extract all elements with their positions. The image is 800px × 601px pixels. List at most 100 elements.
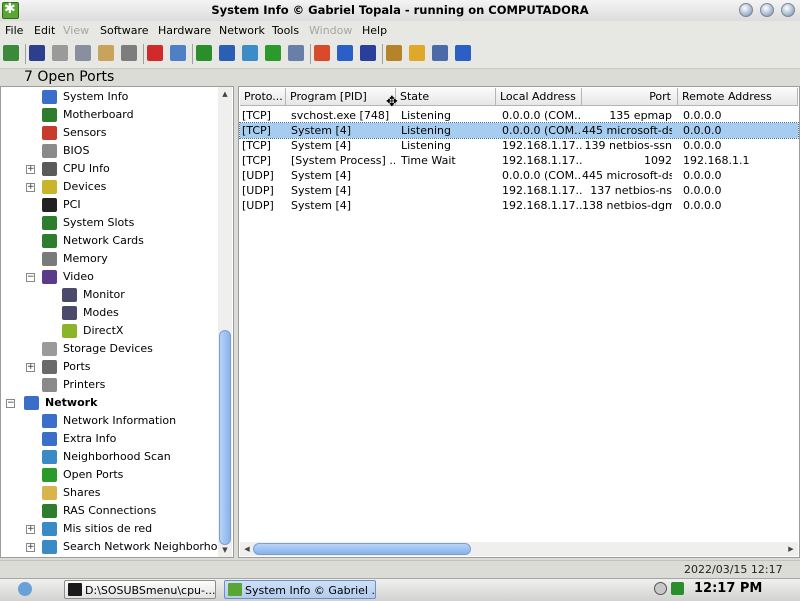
save-icon[interactable] xyxy=(29,45,45,61)
status-bar xyxy=(0,560,800,579)
column-header-3[interactable]: Local Address xyxy=(496,88,582,106)
menu-view[interactable]: View xyxy=(63,21,89,40)
color-icon[interactable] xyxy=(196,45,212,61)
expand-icon[interactable]: + xyxy=(26,543,35,552)
tree-item-memory[interactable]: Memory xyxy=(0,250,216,268)
expand-icon[interactable]: + xyxy=(26,363,35,372)
tree-item-printers[interactable]: Printers xyxy=(0,376,216,394)
taskbar-task-0[interactable]: D:\SOSUBSmenu\cpu-... xyxy=(64,580,216,599)
tree-item-network-cards[interactable]: Network Cards xyxy=(0,232,216,250)
scroll-down-icon[interactable]: ▼ xyxy=(219,544,231,556)
menu-edit[interactable]: Edit xyxy=(34,21,55,40)
scroll-left-icon[interactable]: ◀ xyxy=(241,543,253,555)
table-row[interactable]: [TCP] [System Process] ... Time Wait 192.16… xyxy=(240,153,798,168)
help-icon[interactable] xyxy=(455,45,471,61)
tree-item-storage-devices[interactable]: Storage Devices xyxy=(0,340,216,358)
menu-network[interactable]: Network xyxy=(219,21,265,40)
transfer-icon[interactable] xyxy=(265,45,281,61)
info-icon xyxy=(42,90,57,104)
tree-item-neighborhood-scan[interactable]: Neighborhood Scan xyxy=(0,448,216,466)
table-row[interactable]: [TCP] System [4] Listening 192.168.1.17... 1… xyxy=(240,138,798,153)
tree-item-cpu-info[interactable]: + CPU Info xyxy=(0,160,216,178)
copy-icon[interactable] xyxy=(75,45,91,61)
ras-icon xyxy=(42,504,57,518)
taskbar-task-label: System Info © Gabriel ... xyxy=(245,584,376,597)
tree-item-shares[interactable]: Shares xyxy=(0,484,216,502)
cell-port: 139 netbios-ssn xyxy=(584,139,672,152)
tree-item-open-ports[interactable]: Open Ports xyxy=(0,466,216,484)
system-tray-icon[interactable] xyxy=(654,582,667,595)
tree-item-motherboard[interactable]: Motherboard xyxy=(0,106,216,124)
paste-icon[interactable] xyxy=(98,45,114,61)
collapse-icon[interactable]: − xyxy=(26,273,35,282)
tree-item-label: Modes xyxy=(83,306,119,319)
menu-file[interactable]: File xyxy=(5,21,23,40)
weather-icon[interactable] xyxy=(409,45,425,61)
tree-item-devices[interactable]: + Devices xyxy=(0,178,216,196)
tree-item-pci[interactable]: PCI xyxy=(0,196,216,214)
power-icon[interactable] xyxy=(314,45,330,61)
menu-help[interactable]: Help xyxy=(362,21,387,40)
tree-item-ports[interactable]: + Ports xyxy=(0,358,216,376)
collapse-icon[interactable]: − xyxy=(6,399,15,408)
column-header-0[interactable]: Proto... xyxy=(240,88,286,106)
maximize-button[interactable] xyxy=(760,3,774,17)
chart-icon[interactable] xyxy=(219,45,235,61)
column-header-5[interactable]: Remote Address xyxy=(678,88,798,106)
table-row[interactable]: [UDP] System [4] 0.0.0.0 (COM... 445 micros… xyxy=(240,168,798,183)
column-header-4[interactable]: Port xyxy=(582,88,678,106)
expand-icon[interactable]: + xyxy=(26,525,35,534)
table-row[interactable]: [TCP] svchost.exe [748] Listening 0.0.0.0 (… xyxy=(240,108,798,123)
table-row[interactable]: [TCP] System [4] Listening 0.0.0.0 (COM... 4… xyxy=(239,122,799,139)
sysinfo-icon xyxy=(228,583,242,596)
tree-item-directx[interactable]: DirectX xyxy=(0,322,216,340)
scroll-up-icon[interactable]: ▲ xyxy=(219,88,231,100)
slots-icon xyxy=(42,216,57,230)
taskbar-clock[interactable]: 12:17 PM xyxy=(694,580,762,598)
exit-icon[interactable] xyxy=(3,45,19,61)
stop-icon[interactable] xyxy=(147,45,163,61)
tree-item-monitor[interactable]: Monitor xyxy=(0,286,216,304)
tree-item-extra-info[interactable]: Extra Info xyxy=(0,430,216,448)
column-header-1[interactable]: Program [PID] xyxy=(286,88,396,106)
cell-state xyxy=(401,168,495,183)
tree-item-video[interactable]: − Video xyxy=(0,268,216,286)
table-row[interactable]: [UDP] System [4] 192.168.1.17... 138 netbio… xyxy=(240,198,798,213)
cut-icon[interactable] xyxy=(52,45,68,61)
tree-item-ras-connections[interactable]: RAS Connections xyxy=(0,502,216,520)
tree-item-bios[interactable]: BIOS xyxy=(0,142,216,160)
tree-item-mis-sitios-de-red[interactable]: + Mis sitios de red xyxy=(0,520,216,538)
refresh-icon[interactable] xyxy=(337,45,353,61)
menu-window[interactable]: Window xyxy=(309,21,352,40)
tree-item-network[interactable]: − Network xyxy=(0,394,216,412)
cell-proto: [UDP] xyxy=(242,169,274,182)
network-tray-icon[interactable] xyxy=(671,582,684,595)
tree-item-system-info[interactable]: System Info xyxy=(0,88,216,106)
table-row[interactable]: [UDP] System [4] 192.168.1.17... 137 netbio… xyxy=(240,183,798,198)
column-header-2[interactable]: State xyxy=(396,88,496,106)
globe-icon[interactable] xyxy=(242,45,258,61)
tree-scroll-thumb[interactable] xyxy=(219,330,231,545)
list-scroll-thumb[interactable] xyxy=(253,543,471,555)
start-menu-icon[interactable] xyxy=(18,582,32,596)
scroll-right-icon[interactable]: ▶ xyxy=(785,543,797,555)
print-icon[interactable] xyxy=(121,45,137,61)
options-icon[interactable] xyxy=(432,45,448,61)
menu-hardware[interactable]: Hardware xyxy=(158,21,211,40)
menu-tools[interactable]: Tools xyxy=(272,21,299,40)
close-button[interactable] xyxy=(781,3,795,17)
expand-icon[interactable]: + xyxy=(26,183,35,192)
shield-icon[interactable] xyxy=(360,45,376,61)
tree-item-system-slots[interactable]: System Slots xyxy=(0,214,216,232)
tree-item-network-information[interactable]: Network Information xyxy=(0,412,216,430)
taskbar-task-1[interactable]: System Info © Gabriel ... xyxy=(224,580,376,599)
tree-item-sensors[interactable]: Sensors xyxy=(0,124,216,142)
report-icon[interactable] xyxy=(288,45,304,61)
message-icon[interactable] xyxy=(170,45,186,61)
tree-item-search-network-neighborhood[interactable]: + Search Network Neighborhood xyxy=(0,538,231,556)
expand-icon[interactable]: + xyxy=(26,165,35,174)
menu-software[interactable]: Software xyxy=(100,21,149,40)
tree-item-modes[interactable]: Modes xyxy=(0,304,216,322)
gallery-icon[interactable] xyxy=(386,45,402,61)
minimize-button[interactable] xyxy=(739,3,753,17)
